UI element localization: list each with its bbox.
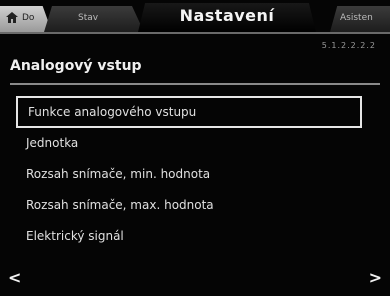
menu-item-analog-input-function[interactable]: Funkce analogového vstupu — [16, 96, 362, 128]
top-tab-bar: Do Stav Nastavení Asisten — [0, 0, 390, 32]
menu-item-label: Jednotka — [26, 136, 79, 150]
tab-assist[interactable]: Asisten — [330, 6, 390, 32]
tab-home[interactable]: Do — [0, 6, 52, 32]
tab-status[interactable]: Stav — [44, 6, 144, 32]
page-title: Analogový vstup — [10, 58, 142, 74]
tab-settings-label: Nastavení — [179, 6, 275, 25]
tab-settings[interactable]: Nastavení — [138, 3, 316, 32]
menu-item-sensor-range-min[interactable]: Rozsah snímače, min. hodnota — [16, 159, 362, 190]
menu-item-unit[interactable]: Jednotka — [16, 128, 362, 159]
tab-underline — [0, 32, 390, 34]
menu-item-label: Rozsah snímače, min. hodnota — [26, 167, 211, 181]
menu-item-sensor-range-max[interactable]: Rozsah snímače, max. hodnota — [16, 190, 362, 221]
menu-item-label: Rozsah snímače, max. hodnota — [26, 198, 214, 212]
page-indicator: 5.1.2.2.2.2 — [321, 41, 376, 50]
home-icon — [6, 12, 18, 23]
tab-home-label: Do — [22, 13, 35, 23]
menu-item-label: Funkce analogového vstupu — [28, 105, 197, 119]
tab-assist-label: Asisten — [340, 13, 373, 23]
next-arrow-icon[interactable]: > — [369, 268, 382, 287]
menu-item-label: Elektrický signál — [26, 229, 124, 243]
menu-item-electric-signal[interactable]: Elektrický signál — [16, 221, 362, 252]
tab-status-label: Stav — [78, 13, 99, 23]
title-divider — [10, 83, 380, 85]
settings-menu-list: Funkce analogového vstupu Jednotka Rozsa… — [16, 96, 362, 252]
prev-arrow-icon[interactable]: < — [8, 268, 21, 287]
